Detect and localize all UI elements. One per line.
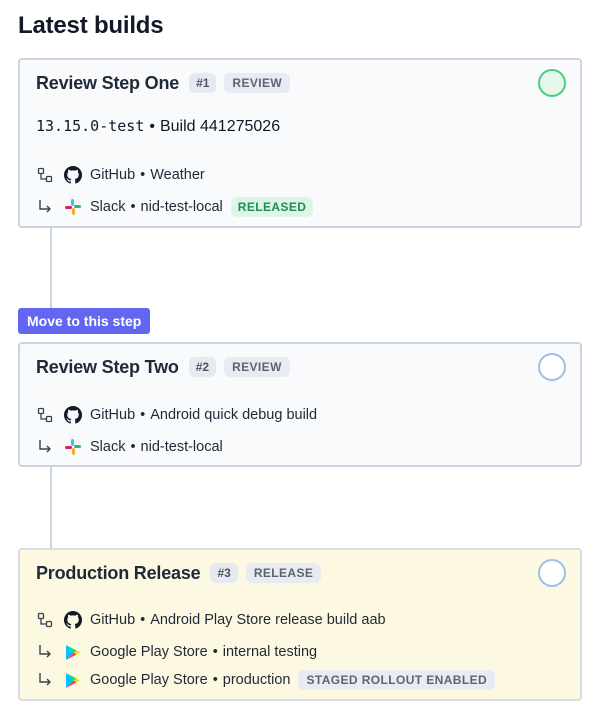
destination-provider: Slack	[90, 439, 126, 455]
destination-separator: •	[130, 439, 136, 455]
source-provider: GitHub	[90, 612, 136, 628]
step-number-badge: #2	[188, 357, 217, 377]
step-connector	[50, 228, 52, 308]
step-card-review-step-one[interactable]: Review Step One #1 REVIEW 13.15.0-test •…	[18, 58, 582, 228]
move-to-step-button[interactable]: Move to this step	[18, 308, 151, 334]
destination-row: Slack • nid-test-local RELEASED	[36, 196, 314, 218]
page-title: Latest builds	[18, 12, 164, 39]
step-type-badge: RELEASE	[245, 563, 322, 583]
workflow-icon	[36, 611, 54, 629]
step-title: Production Release	[36, 562, 201, 583]
step-number-badge: #3	[210, 563, 238, 583]
github-icon	[64, 611, 82, 629]
step-number-badge: #1	[189, 73, 217, 93]
step-title: Review Step One	[36, 72, 180, 93]
step-status-indicator	[538, 353, 566, 381]
step-type-badge: REVIEW	[224, 73, 291, 93]
destination-name: nid-test-local	[140, 439, 223, 455]
destination-provider: Google Play Store	[90, 644, 208, 660]
destination-provider: Slack	[90, 199, 126, 215]
destination-name: nid-test-local	[140, 199, 223, 215]
destination-name: production	[222, 672, 291, 688]
step-title: Review Step Two	[36, 356, 179, 377]
source-separator: •	[140, 407, 146, 423]
step-card-review-step-two[interactable]: Review Step Two #2 REVIEW GitHub • Andro…	[18, 342, 582, 467]
github-icon	[64, 166, 82, 184]
subdirectory-arrow-icon	[36, 643, 54, 661]
destination-name: internal testing	[222, 644, 318, 660]
released-badge: RELEASED	[230, 197, 314, 217]
step-type-badge: REVIEW	[224, 357, 290, 377]
source-separator: •	[140, 167, 146, 183]
version-name: 13.15.0-test	[36, 117, 145, 135]
destination-separator: •	[212, 644, 218, 660]
source-name: Weather	[150, 167, 205, 183]
destination-provider: Google Play Store	[90, 672, 208, 688]
source-provider: GitHub	[90, 167, 136, 183]
step-status-indicator	[538, 69, 566, 97]
step-card-production-release[interactable]: Production Release #3 RELEASE GitHub • A…	[18, 548, 582, 701]
source-name: Android quick debug build	[150, 407, 318, 423]
source-separator: •	[140, 612, 146, 628]
step-status-indicator	[538, 559, 566, 587]
subdirectory-arrow-icon	[36, 198, 54, 216]
destination-separator: •	[130, 199, 136, 215]
destination-row: Slack • nid-test-local	[36, 436, 223, 458]
build-source-row: GitHub • Weather	[36, 164, 205, 186]
slack-icon	[64, 438, 82, 456]
workflow-icon	[36, 406, 54, 424]
destination-row: Google Play Store • internal testing	[36, 641, 317, 663]
build-source-row: GitHub • Android quick debug build	[36, 404, 317, 426]
destination-row: Google Play Store • production STAGED RO…	[36, 669, 496, 691]
slack-icon	[64, 198, 82, 216]
build-number: Build 441275026	[159, 118, 281, 135]
google-play-icon	[64, 643, 82, 661]
workflow-icon	[36, 166, 54, 184]
source-provider: GitHub	[90, 407, 136, 423]
subdirectory-arrow-icon	[36, 671, 54, 689]
github-icon	[64, 406, 82, 424]
source-name: Android Play Store release build aab	[150, 612, 386, 628]
subdirectory-arrow-icon	[36, 438, 54, 456]
step-connector	[50, 467, 52, 548]
staged-rollout-badge: STAGED ROLLOUT ENABLED	[298, 670, 496, 690]
build-version: 13.15.0-test • Build 441275026	[36, 117, 280, 136]
build-source-row: GitHub • Android Play Store release buil…	[36, 609, 386, 631]
destination-separator: •	[212, 672, 218, 688]
version-separator: •	[149, 118, 155, 135]
google-play-icon	[64, 671, 82, 689]
